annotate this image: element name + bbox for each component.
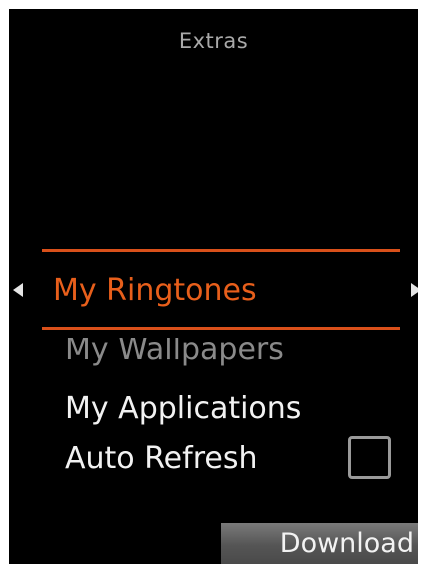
menu-item-auto-refresh[interactable]: Auto Refresh: [65, 441, 257, 477]
phone-screen: Extras My Ringtones My Wallpapers My App…: [9, 9, 418, 564]
screen-title: Extras: [178, 29, 249, 53]
menu-item-label: My Wallpapers: [65, 338, 284, 366]
selection-divider-top: [42, 249, 400, 252]
scroll-right-arrow-icon[interactable]: [411, 283, 418, 297]
menu-item-my-ringtones[interactable]: My Ringtones: [53, 273, 257, 309]
scroll-left-arrow-icon[interactable]: [13, 283, 23, 297]
menu-item-my-applications[interactable]: My Applications: [65, 391, 301, 427]
selection-divider-bottom: [42, 327, 400, 330]
auto-refresh-checkbox[interactable]: [348, 436, 391, 479]
menu-item-my-wallpapers[interactable]: My Wallpapers: [65, 338, 284, 366]
softkey-label: Download: [279, 528, 414, 559]
download-softkey[interactable]: Download: [221, 523, 418, 564]
